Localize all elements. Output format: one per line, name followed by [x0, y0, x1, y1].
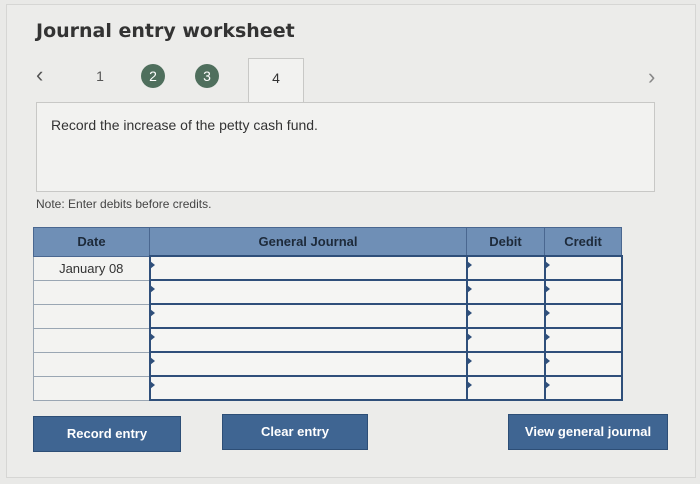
debit-input[interactable] [465, 351, 546, 377]
step-1[interactable]: 1 [88, 64, 112, 88]
table-header-row: Date General Journal Debit Credit [33, 227, 622, 257]
credit-input[interactable] [543, 279, 623, 305]
note-text: Note: Enter debits before credits. [36, 197, 212, 211]
account-input[interactable] [148, 375, 468, 401]
debit-input[interactable] [465, 375, 546, 401]
debit-input[interactable] [465, 255, 546, 281]
credit-input[interactable] [543, 303, 623, 329]
account-input[interactable] [148, 303, 468, 329]
chevron-right-icon[interactable]: › [648, 64, 655, 90]
debit-input[interactable] [465, 303, 546, 329]
credit-input[interactable] [543, 327, 623, 353]
record-entry-button[interactable]: Record entry [33, 416, 181, 452]
table-row [33, 279, 623, 305]
date-cell[interactable] [33, 279, 150, 305]
date-cell[interactable] [33, 375, 150, 401]
account-input[interactable] [148, 255, 468, 281]
date-cell: January 08 [33, 255, 150, 281]
table-row [33, 303, 623, 329]
step-3[interactable]: 3 [195, 64, 219, 88]
step-2[interactable]: 2 [141, 64, 165, 88]
journal-table: Date General Journal Debit Credit Januar… [33, 227, 623, 401]
page-title: Journal entry worksheet [36, 20, 295, 42]
table-row: January 08 [33, 255, 623, 281]
header-credit: Credit [544, 227, 622, 257]
credit-input[interactable] [543, 255, 623, 281]
clear-entry-button[interactable]: Clear entry [222, 414, 368, 450]
instruction-box: Record the increase of the petty cash fu… [36, 102, 655, 192]
account-input[interactable] [148, 279, 468, 305]
table-row [33, 351, 623, 377]
credit-input[interactable] [543, 351, 623, 377]
account-input[interactable] [148, 351, 468, 377]
debit-input[interactable] [465, 327, 546, 353]
table-row [33, 375, 623, 401]
account-input[interactable] [148, 327, 468, 353]
header-date: Date [33, 227, 150, 257]
credit-input[interactable] [543, 375, 623, 401]
date-cell[interactable] [33, 327, 150, 353]
debit-input[interactable] [465, 279, 546, 305]
view-general-journal-button[interactable]: View general journal [508, 414, 668, 450]
date-cell[interactable] [33, 351, 150, 377]
header-general-journal: General Journal [149, 227, 467, 257]
date-cell[interactable] [33, 303, 150, 329]
table-row [33, 327, 623, 353]
header-debit: Debit [466, 227, 545, 257]
step-4-tab[interactable]: 4 [248, 58, 304, 103]
instruction-text: Record the increase of the petty cash fu… [51, 117, 318, 133]
chevron-left-icon[interactable]: ‹ [36, 62, 43, 88]
